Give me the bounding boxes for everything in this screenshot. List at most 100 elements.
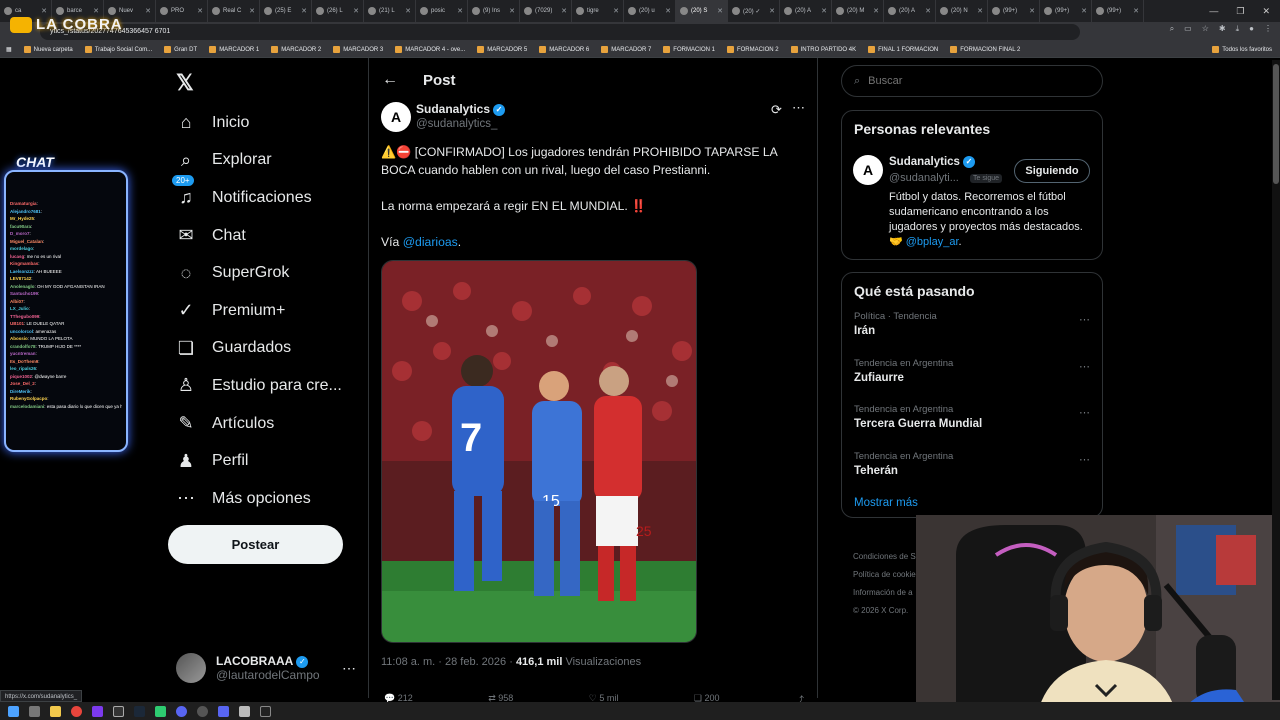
bookmark-item[interactable]: Gran DT (164, 46, 197, 53)
close-tab-icon[interactable]: ✕ (457, 7, 463, 15)
extension-icon[interactable]: ✱ (1219, 24, 1226, 34)
app-icon[interactable] (155, 705, 166, 717)
search-icon[interactable] (29, 705, 40, 717)
close-tab-icon[interactable]: ✕ (1081, 7, 1087, 15)
author-name[interactable]: Sudanalytics ✓ (416, 102, 506, 116)
more-icon[interactable]: ⋯ (342, 660, 356, 677)
avatar[interactable]: A (853, 155, 883, 185)
close-tab-icon[interactable]: ✕ (353, 7, 359, 15)
back-arrow-icon[interactable]: ← (382, 71, 398, 89)
browser-tab[interactable]: (7029) ✕ (520, 0, 572, 22)
browser-tab[interactable]: (20) N ✕ (936, 0, 988, 22)
app-icon[interactable] (260, 705, 271, 717)
bookmark-item[interactable]: MARCADOR 1 (209, 46, 259, 53)
sidebar-item-bookmarks[interactable]: ❏ Guardados (172, 330, 342, 368)
bookmark-item[interactable]: FORMACION 1 (663, 46, 715, 53)
sidebar-item-more[interactable]: ⋯ Más opciones (172, 480, 342, 518)
more-icon[interactable]: ⋯ (1079, 453, 1090, 466)
app-icon[interactable] (176, 705, 187, 717)
search-box[interactable]: ⌕ (841, 65, 1103, 97)
close-icon[interactable]: ✕ (1262, 6, 1270, 17)
post-image[interactable]: 7 15 25 (381, 260, 697, 643)
close-tab-icon[interactable]: ✕ (509, 7, 515, 15)
browser-tab[interactable]: Real C ✕ (208, 0, 260, 22)
trend-item[interactable]: Política · Tendencia Irán ⋯ (854, 311, 1090, 358)
sidebar-item-supergrok[interactable]: ◌ SuperGrok (172, 254, 342, 292)
browser-tab[interactable]: (20) A ✕ (884, 0, 936, 22)
author-handle[interactable]: @sudanalytics_ (416, 118, 497, 130)
browser-tab[interactable]: (20) M ✕ (832, 0, 884, 22)
all-bookmarks[interactable]: Todos los favoritos (1212, 46, 1280, 53)
footer-link[interactable]: © 2026 X Corp. (853, 602, 916, 620)
sidebar-item-articles[interactable]: ✎ Artículos (172, 405, 342, 443)
maximize-icon[interactable]: ❐ (1236, 6, 1244, 17)
close-tab-icon[interactable]: ✕ (301, 7, 307, 15)
bookmark-item[interactable]: FORMACION 2 (726, 46, 779, 53)
browser-tab[interactable]: tigre ✕ (572, 0, 624, 22)
cast-icon[interactable]: ▭ (1184, 24, 1192, 34)
browser-tab[interactable]: (99+) ✕ (988, 0, 1040, 22)
close-tab-icon[interactable]: ✕ (93, 7, 99, 15)
bookmark-item[interactable]: MARCADOR 5 (477, 46, 527, 53)
close-tab-icon[interactable]: ✕ (613, 7, 619, 15)
sidebar-item-explore[interactable]: ⌕ Explorar (172, 142, 342, 180)
bookmark-item[interactable]: MARCADOR 7 (601, 46, 651, 53)
browser-tab[interactable]: PRO ✕ (156, 0, 208, 22)
folder-icon[interactable] (50, 705, 61, 717)
bookmark-item[interactable]: Trabajo Social Com... (84, 46, 152, 53)
minimize-icon[interactable]: — (1209, 6, 1218, 16)
close-tab-icon[interactable]: ✕ (1029, 7, 1035, 15)
close-tab-icon[interactable]: ✕ (873, 7, 879, 15)
app-icon[interactable] (197, 705, 208, 717)
bookmark-item[interactable]: FINAL 1 FORMACION (868, 46, 938, 53)
close-tab-icon[interactable]: ✕ (665, 7, 671, 15)
sidebar-item-profile[interactable]: ♟ Perfil (172, 442, 342, 480)
sidebar-item-premium[interactable]: ✓ Premium+ (172, 292, 342, 330)
browser-tab[interactable]: (20) ✓ ✕ (728, 0, 780, 22)
close-tab-icon[interactable]: ✕ (249, 7, 255, 15)
close-tab-icon[interactable]: ✕ (197, 7, 203, 15)
account-switcher[interactable]: LACOBRAAA ✓ @lautarodelCampo ⋯ (176, 652, 356, 684)
close-tab-icon[interactable]: ✕ (561, 7, 567, 15)
app-icon[interactable] (239, 705, 250, 717)
scrollbar-thumb[interactable] (1273, 64, 1279, 184)
close-tab-icon[interactable]: ✕ (1133, 7, 1139, 15)
more-icon[interactable]: ⋯ (1079, 313, 1090, 326)
close-tab-icon[interactable]: ✕ (977, 7, 983, 15)
bookmark-item[interactable]: MARCADOR 4 - ove... (395, 46, 465, 53)
trend-item[interactable]: Tendencia en Argentina Teherán ⋯ (854, 451, 1090, 498)
more-icon[interactable]: ⋯ (792, 100, 805, 116)
more-icon[interactable]: ⋯ (1079, 360, 1090, 373)
menu-icon[interactable]: ⋮ (1264, 24, 1272, 34)
obs-icon[interactable] (113, 705, 124, 717)
browser-tab[interactable]: posic ✕ (416, 0, 468, 22)
bookmark-item[interactable]: MARCADOR 3 (333, 46, 383, 53)
author-avatar[interactable]: A (381, 102, 411, 132)
browser-tab[interactable]: (20) S ✕ (676, 0, 728, 22)
steam-icon[interactable] (134, 705, 145, 717)
browser-tab[interactable]: (20) A ✕ (780, 0, 832, 22)
following-button[interactable]: Siguiendo (1014, 159, 1090, 183)
footer-link[interactable]: Política de cookie (853, 566, 916, 584)
browser-tab[interactable]: (99+) ✕ (1040, 0, 1092, 22)
close-tab-icon[interactable]: ✕ (405, 7, 411, 15)
sidebar-item-chat[interactable]: ✉ Chat (172, 217, 342, 255)
sidebar-item-home[interactable]: ⌂ Inicio (172, 104, 342, 142)
relevant-handle[interactable]: @sudanalyti... (889, 172, 959, 184)
url-field[interactable]: ytics_/status/2027747645366457 6701 (40, 24, 1080, 40)
discord-icon[interactable] (218, 705, 229, 717)
grok-icon[interactable]: ⟳ (771, 102, 782, 118)
mention-link[interactable]: @diarioas (403, 235, 458, 249)
profile-icon[interactable]: ● (1249, 24, 1254, 34)
footer-link[interactable]: Información de a (853, 584, 916, 602)
close-tab-icon[interactable]: ✕ (925, 7, 931, 15)
browser-tab[interactable]: (21) L ✕ (364, 0, 416, 22)
footer-link[interactable]: Condiciones de S (853, 548, 916, 566)
zoom-icon[interactable]: ⌕ (1170, 24, 1174, 34)
close-tab-icon[interactable]: ✕ (145, 7, 151, 15)
browser-tab[interactable]: (20) u ✕ (624, 0, 676, 22)
close-tab-icon[interactable]: ✕ (717, 7, 723, 15)
relevant-name[interactable]: Sudanalytics ✓ (889, 156, 975, 168)
star-icon[interactable]: ☆ (1202, 24, 1209, 34)
close-tab-icon[interactable]: ✕ (821, 7, 827, 15)
